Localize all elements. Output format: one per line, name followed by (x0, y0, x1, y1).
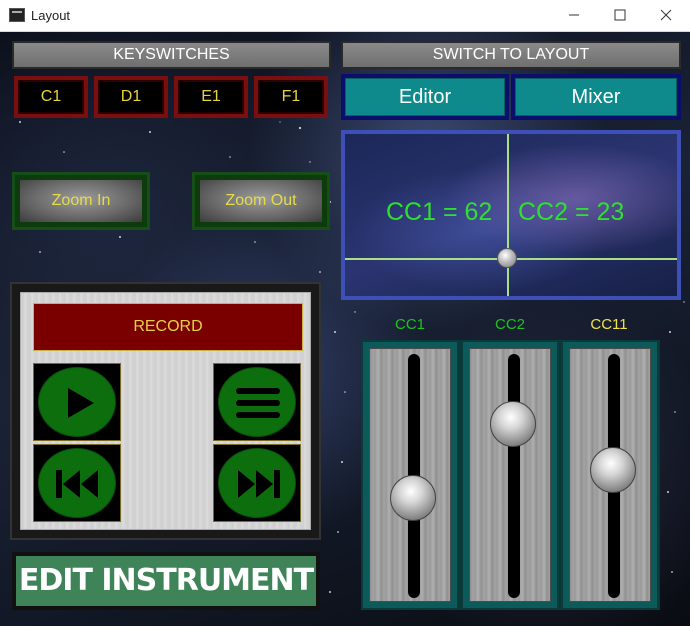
xy-cc2-readout: CC2 = 23 (518, 198, 625, 226)
fader-label-cc11: CC11 (590, 316, 628, 333)
close-icon (660, 9, 672, 21)
play-icon (68, 388, 94, 418)
maximize-icon (614, 9, 626, 21)
close-button[interactable] (643, 0, 689, 31)
maximize-button[interactable] (597, 0, 643, 31)
minimize-icon (569, 14, 579, 16)
fader-knob-cc2[interactable] (490, 401, 536, 447)
fader-cc11[interactable] (561, 340, 659, 610)
keyswitch-c1-button[interactable]: C1 (14, 76, 88, 118)
transport-panel-inner: RECORD (20, 292, 311, 530)
switch-layout-header: SWITCH TO LAYOUT (341, 41, 681, 69)
title-bar: Layout (0, 0, 690, 32)
mixer-button-frame: Mixer (511, 74, 681, 120)
transport-panel: RECORD (10, 282, 321, 540)
fader-knob-cc1[interactable] (390, 475, 436, 521)
fast-forward-icon (238, 470, 280, 498)
xy-crosshair-vertical (507, 134, 509, 296)
rewind-icon (56, 470, 98, 498)
record-button[interactable]: RECORD (33, 303, 303, 351)
xy-cc1-readout: CC1 = 62 (386, 198, 493, 226)
keyswitch-f1-button[interactable]: F1 (254, 76, 328, 118)
rewind-button[interactable] (33, 444, 121, 522)
fader-label-cc2: CC2 (494, 316, 525, 333)
xy-pad[interactable]: CC1 = 62 CC2 = 23 (341, 130, 681, 300)
zoom-in-button[interactable]: Zoom In (12, 172, 150, 230)
fader-track (508, 354, 520, 598)
fast-forward-button[interactable] (213, 444, 301, 522)
fader-label-cc1: CC1 (394, 316, 425, 333)
zoom-in-label: Zoom In (20, 180, 142, 222)
fader-knob-cc11[interactable] (590, 447, 636, 493)
app-icon (9, 8, 25, 22)
minimize-button[interactable] (551, 0, 597, 31)
fader-cc1[interactable] (361, 340, 459, 610)
editor-button[interactable]: Editor (345, 78, 505, 116)
menu-button[interactable] (213, 363, 301, 441)
zoom-out-button[interactable]: Zoom Out (192, 172, 330, 230)
window-title: Layout (31, 8, 71, 23)
keyswitches-header: KEYSWITCHES (12, 41, 331, 69)
keyswitch-d1-button[interactable]: D1 (94, 76, 168, 118)
fader-cc2[interactable] (461, 340, 559, 610)
keyswitch-e1-button[interactable]: E1 (174, 76, 248, 118)
edit-instrument-button[interactable]: EDIT INSTRUMENT (12, 552, 320, 610)
mixer-button[interactable]: Mixer (515, 78, 677, 116)
zoom-out-label: Zoom Out (200, 180, 322, 222)
menu-icon (236, 388, 280, 418)
xy-pad-handle[interactable] (497, 248, 517, 268)
play-button[interactable] (33, 363, 121, 441)
editor-button-frame: Editor (341, 74, 509, 120)
